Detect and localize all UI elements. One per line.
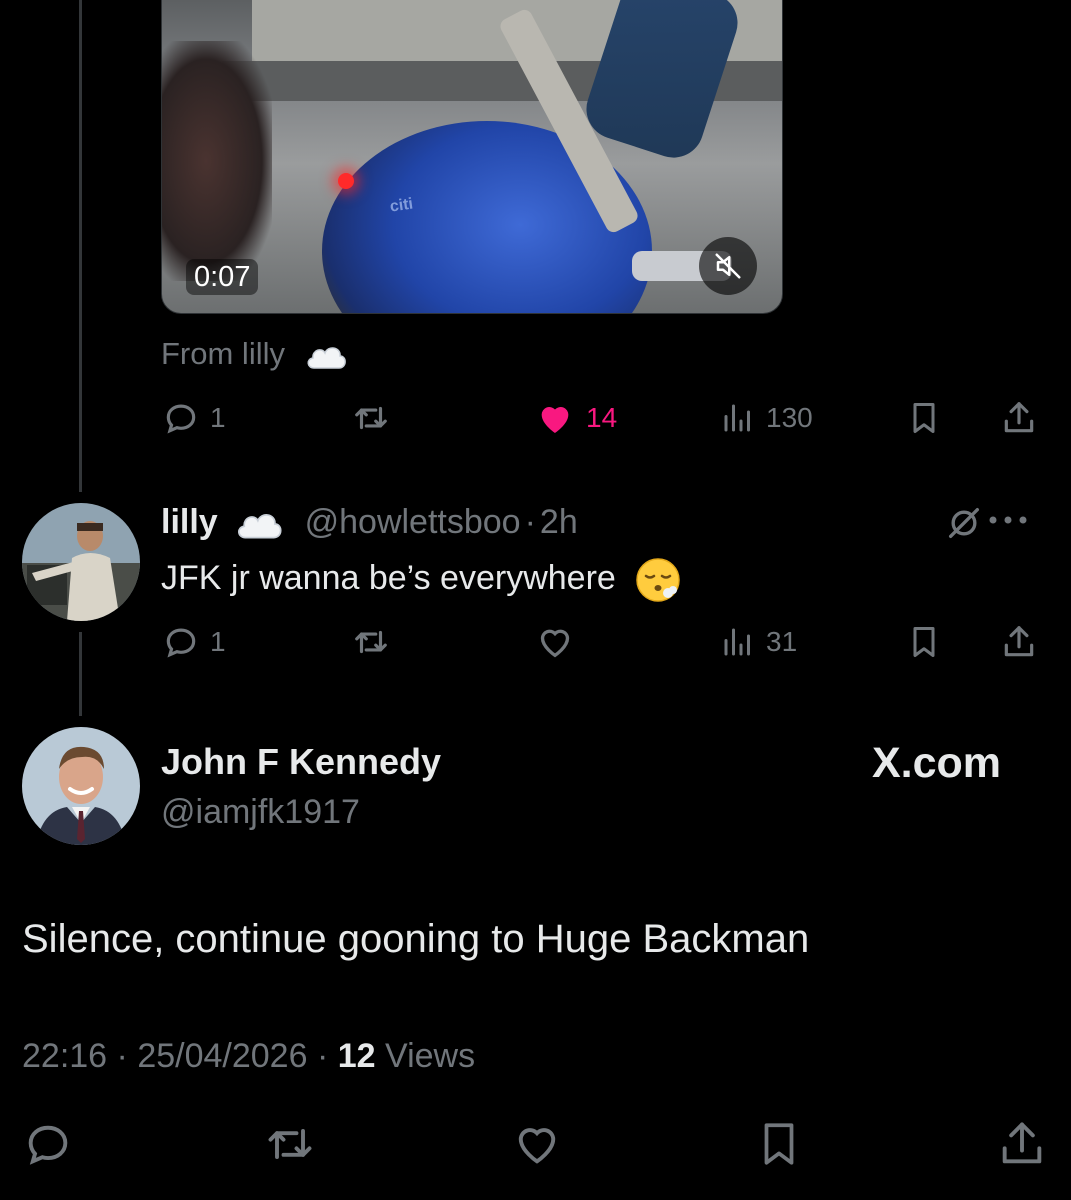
meta-separator: · (316, 1037, 338, 1075)
reply-button[interactable] (22, 1116, 74, 1172)
share-icon (1000, 623, 1038, 661)
main-author-handle[interactable]: @iamjfk1917 (161, 790, 360, 834)
exhale-face-icon (635, 557, 681, 603)
bookmark-button[interactable] (754, 1116, 804, 1172)
from-line: From lilly (161, 334, 348, 374)
x-com-logo: X.com (872, 739, 1002, 787)
cloud-icon (304, 341, 348, 371)
reply-time[interactable]: 2h (540, 503, 578, 541)
reply-icon (22, 1118, 74, 1170)
tweet-meta: 22:16 · 25/04/2026 · 12 Views (22, 1034, 475, 1078)
avatar-jfk[interactable] (22, 727, 140, 845)
reply-count: 1 (210, 402, 226, 433)
tweet-views-count: 12 (337, 1037, 376, 1075)
mute-button[interactable] (699, 237, 757, 295)
mute-icon (713, 251, 743, 281)
reply-count: 1 (210, 626, 226, 657)
like-icon (510, 1118, 564, 1170)
more-options-button[interactable] (978, 510, 1044, 530)
main-actions-bar (22, 1116, 1052, 1172)
reply-actions-bar: 1 31 (160, 620, 1050, 664)
tweet-actions-bar: 1 14 130 (160, 396, 1050, 440)
share-button[interactable] (996, 1116, 1048, 1172)
reply-icon (162, 623, 200, 661)
video-frame-brand-text: citi (388, 195, 415, 216)
reply-author-name[interactable]: lilly (161, 503, 218, 541)
more-icon (978, 510, 1044, 530)
reply-button[interactable]: 1 (162, 396, 226, 440)
video-duration-badge: 0:07 (186, 259, 259, 295)
like-button[interactable]: 14 (534, 396, 617, 440)
video-frame-person (162, 41, 272, 281)
views-icon (720, 623, 756, 661)
bookmark-icon (754, 1118, 804, 1170)
view-count: 130 (766, 402, 813, 433)
main-tweet-text: Silence, continue gooning to Huge Backma… (22, 917, 810, 961)
reply-header: lilly @howlettsboo · 2h (161, 500, 578, 544)
views-icon (720, 399, 756, 437)
bookmark-button[interactable] (906, 620, 942, 664)
bookmark-icon (906, 399, 942, 437)
retweet-icon (352, 623, 390, 661)
thread-line-top (79, 0, 82, 492)
views-button[interactable]: 31 (720, 620, 797, 664)
retweet-button[interactable] (264, 1116, 316, 1172)
tweet-date[interactable]: 25/04/2026 (137, 1037, 307, 1075)
from-text: From lilly (161, 336, 285, 371)
meta-separator: · (116, 1037, 138, 1075)
retweet-icon (352, 399, 390, 437)
share-button[interactable] (1000, 396, 1038, 440)
retweet-icon (264, 1118, 316, 1170)
like-button[interactable] (534, 620, 576, 664)
like-count: 14 (586, 402, 618, 433)
share-icon (1000, 399, 1038, 437)
bookmark-icon (906, 623, 942, 661)
main-author-name[interactable]: John F Kennedy (161, 740, 441, 784)
cloud-icon (233, 507, 285, 541)
reply-author-handle[interactable]: @howlettsboo (305, 503, 521, 541)
reply-text: JFK jr wanna be’s everywhere (161, 559, 616, 597)
thread-line-middle (79, 632, 82, 716)
like-icon (534, 398, 576, 438)
tweet-views-label: Views (385, 1037, 476, 1075)
retweet-button[interactable] (352, 396, 390, 440)
retweet-button[interactable] (352, 620, 390, 664)
share-icon (996, 1118, 1048, 1170)
reply-button[interactable]: 1 (162, 620, 226, 664)
video-player[interactable]: citi 0:07 (161, 0, 783, 314)
reply-body: JFK jr wanna be’s everywhere (161, 556, 681, 603)
reply-separator: · (524, 503, 536, 541)
video-frame-bike-light (338, 173, 354, 189)
tweet-time[interactable]: 22:16 (22, 1037, 107, 1075)
like-button[interactable] (510, 1116, 564, 1172)
avatar-lilly[interactable] (22, 503, 140, 621)
like-icon (534, 622, 576, 662)
view-count: 31 (766, 626, 798, 657)
views-button[interactable]: 130 (720, 396, 813, 440)
bookmark-button[interactable] (906, 396, 942, 440)
reply-icon (162, 399, 200, 437)
share-button[interactable] (1000, 620, 1038, 664)
